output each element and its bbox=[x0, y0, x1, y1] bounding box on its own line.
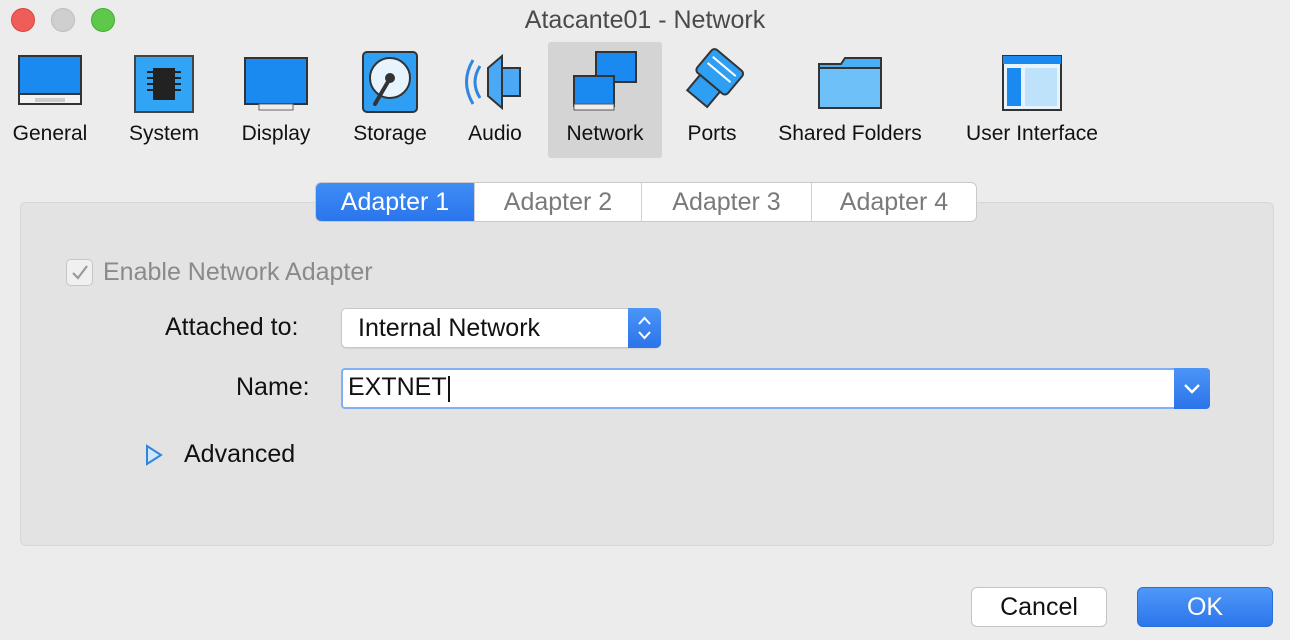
network-name-input[interactable]: EXTNET bbox=[348, 373, 447, 402]
checkmark-icon bbox=[72, 265, 88, 280]
toolbar-audio[interactable]: Audio bbox=[452, 42, 538, 158]
audio-icon bbox=[460, 48, 530, 114]
general-icon bbox=[15, 48, 85, 114]
toolbar-label: Audio bbox=[468, 122, 522, 145]
storage-icon bbox=[355, 48, 425, 114]
user-interface-icon bbox=[997, 48, 1067, 114]
network-icon bbox=[570, 48, 640, 114]
enable-adapter-checkbox[interactable] bbox=[66, 259, 93, 286]
toolbar-label: General bbox=[12, 122, 88, 145]
toolbar-label: Shared Folders bbox=[778, 122, 922, 145]
toolbar-display[interactable]: Display bbox=[226, 42, 326, 158]
toolbar-storage[interactable]: Storage bbox=[340, 42, 440, 158]
enable-adapter-label: Enable Network Adapter bbox=[103, 258, 373, 286]
toolbar-system[interactable]: System bbox=[114, 42, 214, 158]
ok-button[interactable]: OK bbox=[1137, 587, 1273, 627]
ports-icon bbox=[677, 48, 747, 114]
disclosure-triangle-icon[interactable] bbox=[145, 444, 163, 471]
settings-toolbar: General System Display Storage Audio Net… bbox=[0, 42, 1290, 160]
display-icon bbox=[241, 48, 311, 114]
toolbar-network[interactable]: Network bbox=[548, 42, 662, 158]
toolbar-label: Ports bbox=[687, 122, 737, 145]
toolbar-label: Storage bbox=[353, 122, 427, 145]
text-cursor bbox=[448, 376, 450, 402]
toolbar-ports[interactable]: Ports bbox=[670, 42, 754, 158]
toolbar-general[interactable]: General bbox=[0, 42, 100, 158]
tab-adapter-3[interactable]: Adapter 3 bbox=[641, 183, 811, 221]
chevron-down-icon[interactable] bbox=[1174, 368, 1210, 409]
advanced-toggle[interactable]: Advanced bbox=[184, 440, 295, 469]
select-stepper-icon bbox=[628, 308, 661, 348]
attached-to-value: Internal Network bbox=[358, 314, 541, 342]
shared-folders-icon bbox=[815, 48, 885, 114]
tab-adapter-2[interactable]: Adapter 2 bbox=[474, 183, 641, 221]
toolbar-label: Display bbox=[241, 122, 311, 145]
adapter-tabs: Adapter 1 Adapter 2 Adapter 3 Adapter 4 bbox=[315, 182, 977, 222]
toolbar-label: User Interface bbox=[966, 122, 1098, 145]
system-icon bbox=[129, 48, 199, 114]
tab-adapter-1[interactable]: Adapter 1 bbox=[316, 183, 474, 221]
toolbar-user-interface[interactable]: User Interface bbox=[956, 42, 1108, 158]
toolbar-label: Network bbox=[566, 122, 644, 145]
toolbar-shared-folders[interactable]: Shared Folders bbox=[770, 42, 930, 158]
name-label: Name: bbox=[236, 373, 310, 401]
cancel-button[interactable]: Cancel bbox=[971, 587, 1107, 627]
tab-adapter-4[interactable]: Adapter 4 bbox=[811, 183, 976, 221]
window-title: Atacante01 - Network bbox=[524, 6, 766, 34]
network-name-combobox[interactable]: EXTNET bbox=[341, 368, 1210, 409]
attached-to-label: Attached to: bbox=[165, 313, 299, 341]
attached-to-select[interactable]: Internal Network bbox=[341, 308, 661, 348]
title-bar: Atacante01 - Network bbox=[0, 0, 1290, 42]
toolbar-label: System bbox=[128, 122, 199, 145]
